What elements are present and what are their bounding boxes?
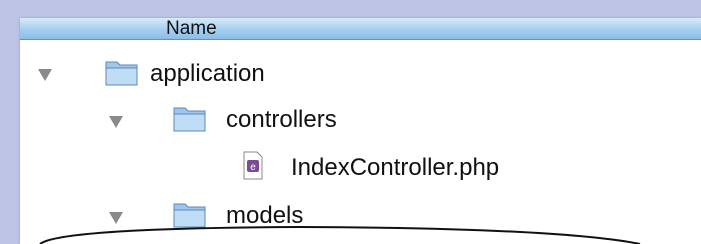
disclosure-triangle-icon[interactable] bbox=[109, 116, 123, 128]
folder-icon bbox=[173, 107, 206, 132]
folder-icon bbox=[173, 203, 206, 228]
tree-item-label: controllers bbox=[226, 106, 337, 133]
tree-item-label: application bbox=[150, 60, 265, 87]
tree-row-controllers[interactable]: controllers bbox=[20, 102, 701, 142]
disclosure-triangle-icon[interactable] bbox=[38, 69, 52, 81]
column-header-name[interactable]: Name bbox=[20, 18, 701, 40]
folder-icon bbox=[105, 61, 138, 86]
column-header-label: Name bbox=[166, 18, 217, 39]
php-file-icon: e bbox=[243, 151, 263, 180]
tree-row-indexcontroller[interactable]: e IndexController.php bbox=[20, 150, 701, 190]
tree-row-application[interactable]: application bbox=[20, 54, 701, 94]
finder-list-view: Name application controllers e IndexCont… bbox=[20, 18, 701, 244]
svg-text:e: e bbox=[250, 162, 256, 173]
disclosure-triangle-icon[interactable] bbox=[109, 212, 123, 224]
tree-item-label: IndexController.php bbox=[291, 154, 500, 181]
callout-edge bbox=[39, 226, 641, 244]
